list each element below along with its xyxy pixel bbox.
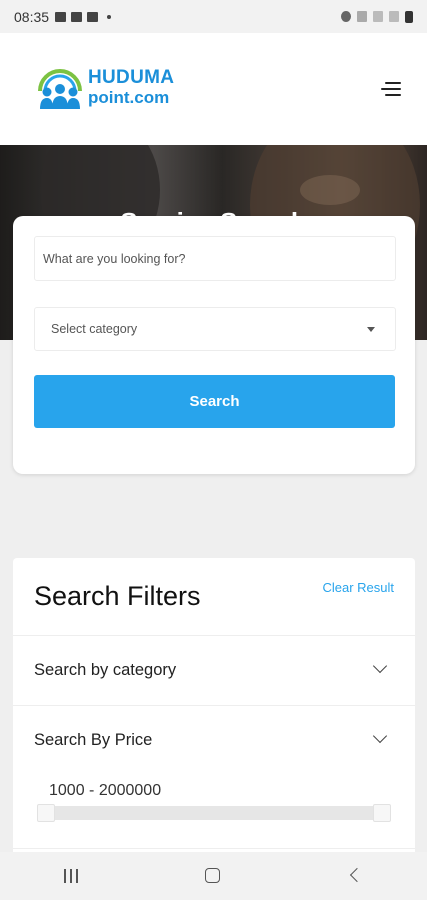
signal-icon	[389, 11, 399, 22]
search-input[interactable]	[34, 236, 396, 281]
dot-icon	[107, 14, 112, 19]
logo-subtitle: point.com	[88, 88, 170, 107]
price-slider-fill	[39, 806, 389, 820]
category-select-label: Select category	[51, 322, 138, 336]
filter-price-toggle[interactable]: Search By Price	[13, 706, 415, 774]
price-range-value: 1000 - 2000000	[49, 782, 162, 799]
message-icon	[71, 11, 83, 22]
search-filters-card: Search Filters Clear Result Search by ca…	[13, 558, 415, 858]
price-slider-min-handle[interactable]	[37, 804, 55, 822]
signal-icon	[373, 11, 383, 22]
site-header: HUDUMA point.com	[0, 33, 427, 145]
logo-people-icon	[38, 69, 82, 109]
price-slider-max-handle[interactable]	[373, 804, 391, 822]
home-icon[interactable]	[193, 861, 233, 891]
chevron-down-icon	[372, 728, 388, 744]
system-nav-bar	[0, 852, 427, 900]
back-icon[interactable]	[336, 861, 376, 891]
chevron-down-icon	[372, 658, 388, 674]
caret-down-icon	[367, 327, 375, 332]
wifi-calling-icon	[357, 11, 367, 22]
search-card: Select category Search	[13, 216, 415, 474]
divider	[13, 848, 415, 849]
gallery-icon	[55, 11, 67, 22]
status-bar: 08:35	[0, 0, 427, 33]
clear-result-link[interactable]: Clear Result	[322, 580, 394, 595]
search-button[interactable]: Search	[34, 375, 395, 428]
chat-icon	[87, 11, 99, 22]
clock: 08:35	[14, 8, 50, 25]
category-select[interactable]: Select category	[34, 307, 396, 351]
filter-category-label: Search by category	[34, 661, 177, 679]
logo-title: HUDUMA	[88, 67, 175, 88]
menu-icon[interactable]	[381, 80, 401, 98]
alarm-icon	[341, 11, 351, 22]
battery-icon	[405, 10, 413, 23]
price-slider[interactable]	[37, 804, 391, 822]
logo[interactable]: HUDUMA point.com	[34, 65, 194, 113]
recents-icon[interactable]	[51, 861, 91, 891]
filters-title: Search Filters	[34, 581, 201, 611]
filter-category-toggle[interactable]: Search by category	[13, 636, 415, 704]
filter-price-label: Search By Price	[34, 731, 153, 749]
